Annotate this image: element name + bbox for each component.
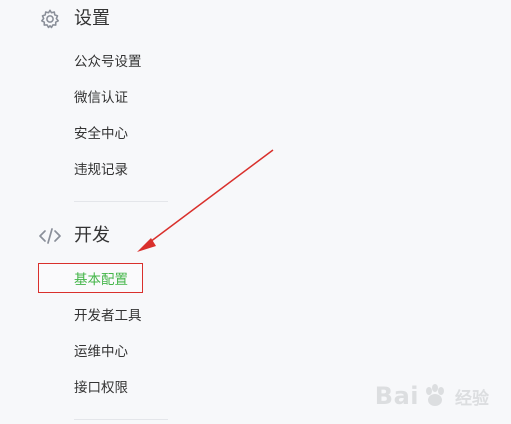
code-icon — [38, 224, 62, 248]
section-divider — [74, 201, 168, 202]
baidu-jingyan-watermark: Bai 经验 — [375, 382, 489, 410]
develop-section-header: 开发 — [38, 224, 110, 248]
settings-section-header: 设置 — [38, 7, 110, 31]
gear-icon — [38, 7, 62, 31]
menu-item-developer-tools[interactable]: 开发者工具 — [74, 307, 142, 325]
menu-item-violation-records[interactable]: 违规记录 — [74, 161, 128, 179]
develop-section-title: 开发 — [74, 225, 110, 246]
watermark-brand: Bai — [374, 382, 419, 410]
menu-item-account-settings[interactable]: 公众号设置 — [74, 53, 142, 71]
menu-item-ops-center[interactable]: 运维中心 — [74, 343, 128, 361]
section-divider-bottom — [74, 419, 168, 420]
menu-item-basic-config[interactable]: 基本配置 — [74, 271, 128, 289]
menu-item-api-permissions[interactable]: 接口权限 — [74, 379, 128, 397]
settings-section-title: 设置 — [74, 8, 110, 29]
paw-icon — [426, 384, 444, 406]
menu-item-wechat-verification[interactable]: 微信认证 — [74, 89, 128, 107]
watermark-product: 经验 — [455, 388, 489, 409]
menu-item-security-center[interactable]: 安全中心 — [74, 125, 128, 143]
